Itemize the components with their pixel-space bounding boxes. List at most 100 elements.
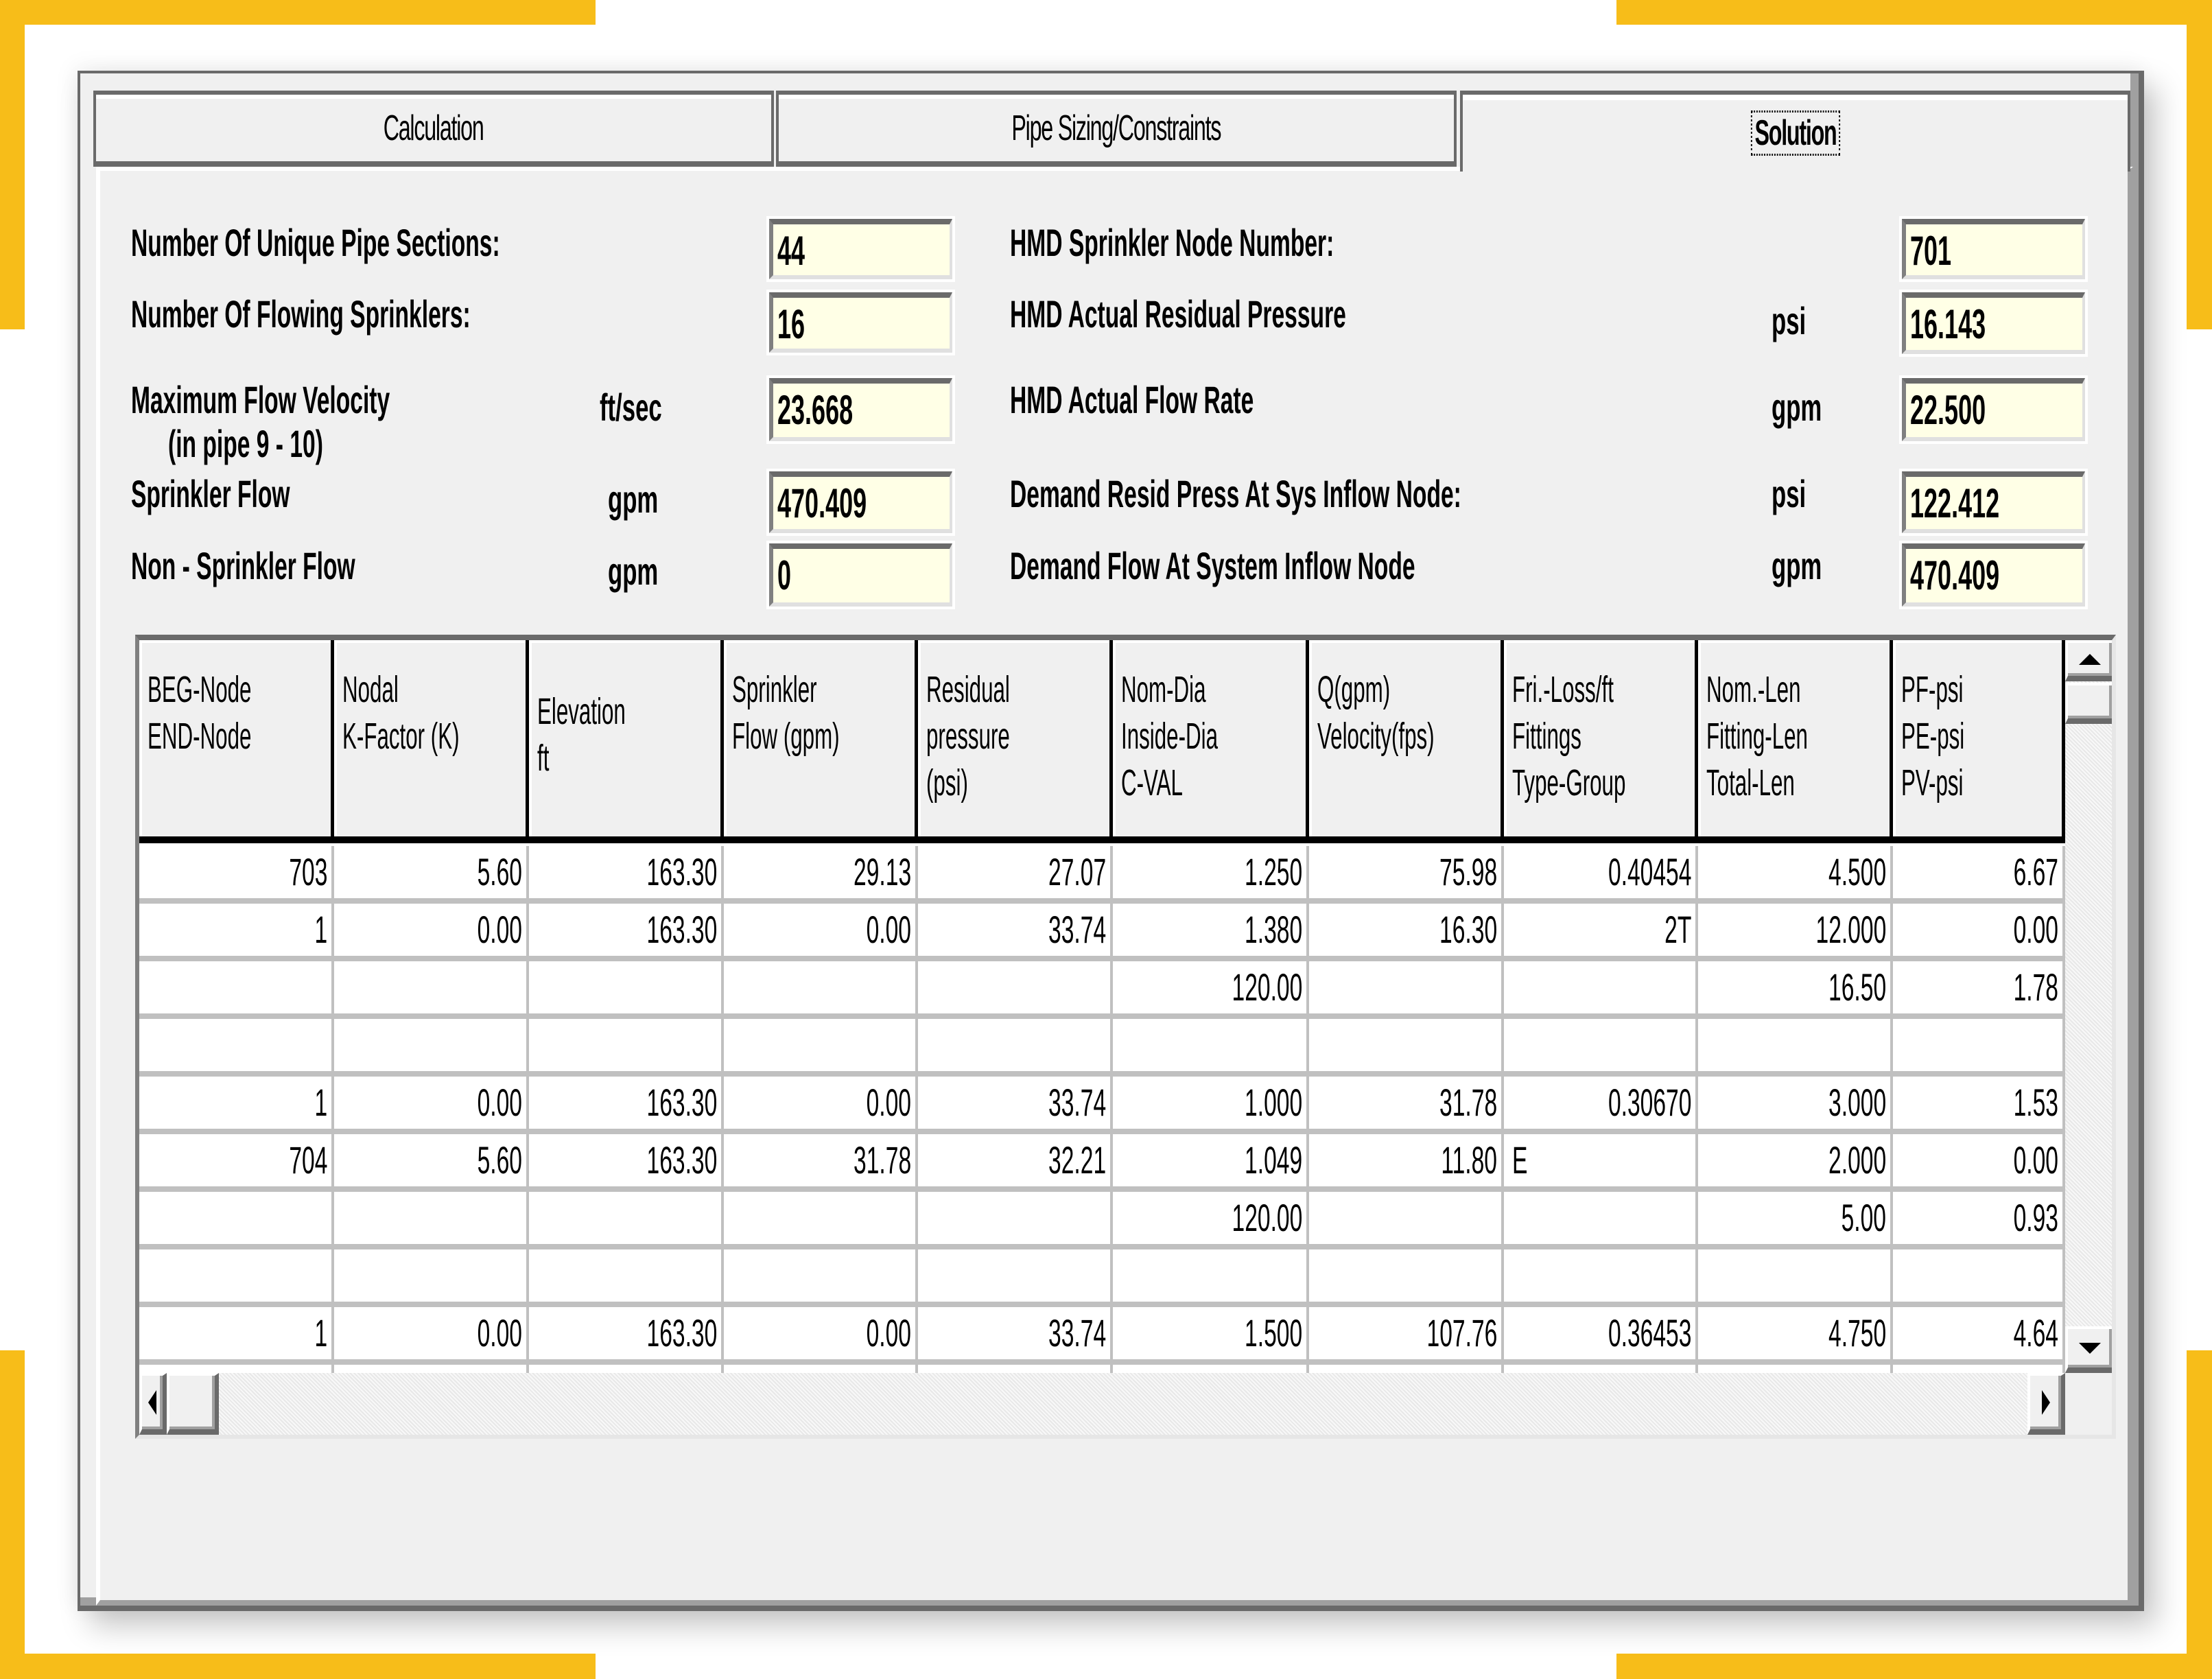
tab-pipe-sizing-constraints[interactable]: Pipe Sizing/Constraints [776, 91, 1457, 167]
column-header[interactable]: Nom-Dia Inside-Dia C-VAL [1113, 640, 1309, 843]
field-flowing-sprinklers[interactable]: 16 [766, 290, 955, 355]
table-cell[interactable]: 0.36453 [1504, 1307, 1698, 1365]
table-cell[interactable] [1893, 1019, 2065, 1077]
table-cell[interactable] [724, 1249, 918, 1307]
table-cell[interactable]: 0.30670 [1504, 1077, 1698, 1134]
table-cell[interactable]: 33.74 [918, 1077, 1113, 1134]
table-cell[interactable]: 0.00 [1893, 904, 2065, 961]
column-header[interactable]: Fri.-Loss/ft Fittings Type-Group [1504, 640, 1698, 843]
table-cell[interactable]: 32.21 [918, 1134, 1113, 1192]
column-header[interactable]: Q(gpm) Velocity(fps) [1309, 640, 1504, 843]
table-cell[interactable] [724, 1019, 918, 1077]
field-hmd-flow-rate[interactable]: 22.500 [1899, 375, 2088, 444]
table-cell[interactable]: 4.64 [1893, 1307, 2065, 1365]
table-cell[interactable] [1504, 1249, 1698, 1307]
table-cell[interactable] [139, 1019, 334, 1077]
field-non-sprinkler-flow[interactable]: 0 [766, 541, 955, 609]
table-cell[interactable]: 16.50 [1698, 961, 1893, 1019]
field-sprinkler-flow[interactable]: 470.409 [766, 469, 955, 536]
column-header[interactable]: Elevation ft [529, 640, 724, 843]
table-cell[interactable]: 0.00 [334, 1365, 529, 1373]
table-cell[interactable]: 4.500 [1698, 846, 1893, 904]
table-cell[interactable]: 16.30 [1309, 904, 1504, 961]
table-cell[interactable]: 27.07 [918, 846, 1113, 904]
table-cell[interactable] [529, 1019, 724, 1077]
table-cell[interactable] [334, 1019, 529, 1077]
table-cell[interactable]: 0.00 [1893, 1134, 2065, 1192]
table-cell[interactable] [1698, 1019, 1893, 1077]
table-cell[interactable] [918, 1249, 1113, 1307]
table-cell[interactable]: 0.00 [334, 1307, 529, 1365]
table-cell[interactable]: 1 [139, 1307, 334, 1365]
table-cell[interactable]: 2.000 [1698, 1134, 1893, 1192]
table-cell[interactable]: 163.30 [529, 1134, 724, 1192]
table-cell[interactable] [529, 1249, 724, 1307]
table-cell[interactable]: 1.049 [1113, 1134, 1309, 1192]
table-cell[interactable]: 163.30 [529, 1307, 724, 1365]
horizontal-scrollbar[interactable] [139, 1373, 2065, 1435]
table-cell[interactable]: 31.78 [724, 1134, 918, 1192]
table-cell[interactable] [1504, 961, 1698, 1019]
table-cell[interactable]: 120.00 [1113, 1192, 1309, 1249]
table-cell[interactable] [918, 1019, 1113, 1077]
table-cell[interactable]: 75.98 [1309, 846, 1504, 904]
table-cell[interactable]: 33.74 [918, 1307, 1113, 1365]
table-cell[interactable]: 11.80 [1309, 1134, 1504, 1192]
table-cell[interactable]: 5.00 [1698, 1192, 1893, 1249]
table-cell[interactable] [529, 961, 724, 1019]
table-cell[interactable]: 0.93 [1893, 1192, 2065, 1249]
tab-calculation[interactable]: Calculation [93, 91, 774, 167]
table-cell[interactable] [724, 961, 918, 1019]
table-cell[interactable]: 163.30 [529, 846, 724, 904]
table-cell[interactable]: 31.78 [1309, 1077, 1504, 1134]
table-cell[interactable]: 0.40454 [1504, 846, 1698, 904]
table-cell[interactable]: 163.30 [529, 1365, 724, 1373]
table-cell[interactable] [334, 961, 529, 1019]
table-cell[interactable]: 5.60 [334, 1134, 529, 1192]
table-cell[interactable]: 0.00 [724, 1307, 918, 1365]
vertical-scrollbar[interactable] [2065, 640, 2112, 1373]
table-cell[interactable] [1113, 1019, 1309, 1077]
table-cell[interactable] [1698, 1249, 1893, 1307]
table-cell[interactable]: 2T [1504, 904, 1698, 961]
table-cell[interactable]: 0.00 [334, 1077, 529, 1134]
table-cell[interactable]: 120.00 [1113, 961, 1309, 1019]
table-cell[interactable]: 2 [139, 1365, 334, 1373]
table-cell[interactable]: 0.00 [334, 904, 529, 961]
table-cell[interactable]: 0.00 [724, 1365, 918, 1373]
table-cell[interactable]: 0.00 [724, 1077, 918, 1134]
field-demand-resid-press[interactable]: 122.412 [1899, 469, 2088, 536]
table-cell[interactable] [334, 1192, 529, 1249]
table-cell[interactable]: 29.13 [724, 846, 918, 904]
scroll-right-button[interactable] [2027, 1373, 2065, 1435]
table-cell[interactable]: T [1504, 1365, 1698, 1373]
table-cell[interactable]: 8.000 [1698, 1365, 1893, 1373]
vertical-scroll-thumb[interactable] [2065, 683, 2112, 724]
column-header[interactable]: Residual pressure (psi) [918, 640, 1113, 843]
table-cell[interactable] [1893, 1249, 2065, 1307]
table-cell[interactable] [334, 1249, 529, 1307]
table-cell[interactable]: 1.610 [1113, 1365, 1309, 1373]
table-cell[interactable]: 12.000 [1698, 904, 1893, 961]
table-cell[interactable]: 163.30 [529, 904, 724, 961]
table-cell[interactable]: 3.000 [1698, 1077, 1893, 1134]
table-cell[interactable] [1309, 961, 1504, 1019]
table-cell[interactable]: 5.60 [334, 846, 529, 904]
table-cell[interactable]: 1.380 [1113, 904, 1309, 961]
table-cell[interactable] [139, 961, 334, 1019]
table-cell[interactable]: 1.53 [1893, 1077, 2065, 1134]
table-cell[interactable]: E [1504, 1134, 1698, 1192]
table-cell[interactable] [139, 1192, 334, 1249]
table-cell[interactable] [1504, 1019, 1698, 1077]
table-cell[interactable]: 1.78 [1893, 961, 2065, 1019]
field-unique-pipe-sections[interactable]: 44 [766, 216, 955, 282]
table-cell[interactable] [139, 1249, 334, 1307]
table-cell[interactable]: 6.67 [1893, 846, 2065, 904]
results-grid[interactable]: BEG-Node END-Node Nodal K-Factor (K) Eleva… [135, 635, 2116, 1439]
column-header[interactable]: BEG-Node END-Node [139, 640, 334, 843]
table-cell[interactable] [1309, 1019, 1504, 1077]
column-header[interactable]: Sprinkler Flow (gpm) [724, 640, 918, 843]
scroll-left-button[interactable] [139, 1373, 167, 1435]
table-cell[interactable]: 1 [139, 904, 334, 961]
table-cell[interactable] [1113, 1249, 1309, 1307]
